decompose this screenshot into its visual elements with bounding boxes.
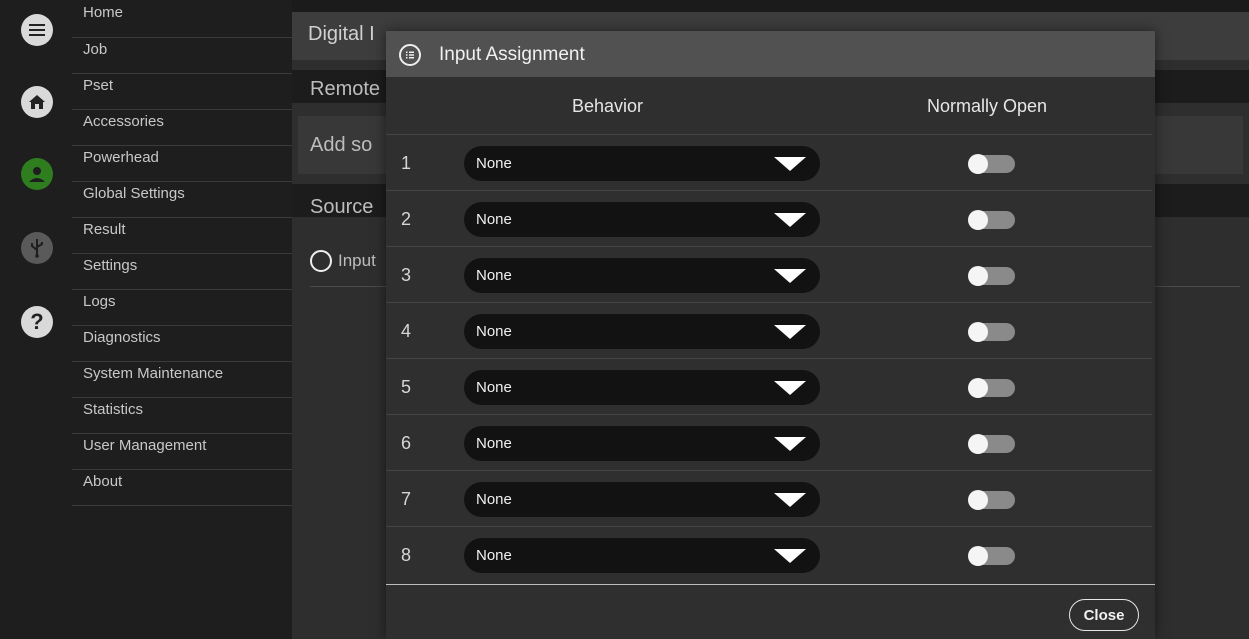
dialog-title: Input Assignment bbox=[439, 44, 585, 65]
behavior-value: None bbox=[476, 267, 512, 284]
input-row: 4 None bbox=[386, 302, 1152, 358]
sidebar-item-label: User Management bbox=[83, 437, 207, 454]
sidebar-item-label: Accessories bbox=[83, 113, 164, 130]
input-row: 1 None bbox=[386, 134, 1152, 190]
normally-open-toggle[interactable] bbox=[968, 210, 1015, 230]
sidebar-item-label: Settings bbox=[83, 257, 138, 274]
behavior-select[interactable]: None bbox=[464, 258, 820, 293]
chevron-down-icon bbox=[774, 549, 806, 563]
sidebar-item-label: Logs bbox=[83, 293, 116, 310]
input-number: 8 bbox=[401, 545, 412, 565]
behavior-value: None bbox=[476, 323, 512, 340]
menu-icon[interactable] bbox=[21, 14, 53, 46]
chevron-down-icon bbox=[774, 493, 806, 507]
sidebar-item-label: Pset bbox=[83, 77, 114, 94]
sidebar-menu: Home Job Pset Accessories Powerhead Global Se… bbox=[70, 0, 359, 639]
input-number: 6 bbox=[401, 433, 412, 453]
footer-divider bbox=[386, 584, 1155, 585]
input-row: 8 None bbox=[386, 526, 1152, 582]
chevron-down-icon bbox=[774, 269, 806, 283]
chevron-down-icon bbox=[774, 157, 806, 171]
list-icon bbox=[310, 250, 332, 272]
toggle-knob bbox=[968, 546, 988, 566]
behavior-value: None bbox=[476, 379, 512, 396]
column-header-behavior: Behavior bbox=[572, 96, 644, 116]
normally-open-toggle[interactable] bbox=[968, 322, 1015, 342]
behavior-value: None bbox=[476, 435, 512, 452]
sidebar-item-label: About bbox=[83, 473, 123, 490]
input-row: 6 None bbox=[386, 414, 1152, 470]
sidebar-item-label: System Maintenance bbox=[83, 365, 224, 382]
sidebar-item-label: Global Settings bbox=[83, 185, 185, 202]
behavior-value: None bbox=[476, 491, 512, 508]
help-icon[interactable]: ? bbox=[21, 306, 53, 338]
toggle-knob bbox=[968, 434, 988, 454]
input-link-label: Input bbox=[338, 251, 376, 270]
input-number: 5 bbox=[401, 377, 412, 397]
input-row: 7 None bbox=[386, 470, 1152, 526]
sidebar-item-label: Statistics bbox=[83, 401, 144, 418]
icon-rail: ? bbox=[0, 0, 70, 639]
behavior-value: None bbox=[476, 211, 512, 228]
behavior-select[interactable]: None bbox=[464, 146, 820, 181]
input-row: 5 None bbox=[386, 358, 1152, 414]
toggle-knob bbox=[968, 154, 988, 174]
behavior-select[interactable]: None bbox=[464, 314, 820, 349]
chevron-down-icon bbox=[774, 213, 806, 227]
input-number: 4 bbox=[401, 321, 412, 341]
sidebar-item-label: Job bbox=[83, 41, 108, 58]
normally-open-toggle[interactable] bbox=[968, 378, 1015, 398]
sidebar-item-label: Result bbox=[83, 221, 126, 238]
list-icon bbox=[399, 44, 421, 66]
behavior-select[interactable]: None bbox=[464, 370, 820, 405]
sidebar-item-label: Powerhead bbox=[83, 149, 159, 166]
chevron-down-icon bbox=[774, 437, 806, 451]
toggle-knob bbox=[968, 378, 988, 398]
chevron-down-icon bbox=[774, 325, 806, 339]
normally-open-toggle[interactable] bbox=[968, 546, 1015, 566]
normally-open-toggle[interactable] bbox=[968, 434, 1015, 454]
toggle-knob bbox=[968, 322, 988, 342]
input-number: 3 bbox=[401, 265, 412, 285]
dialog-header: Input Assignment bbox=[386, 31, 1155, 77]
input-row: 2 None bbox=[386, 190, 1152, 246]
input-number: 7 bbox=[401, 489, 412, 509]
normally-open-toggle[interactable] bbox=[968, 266, 1015, 286]
normally-open-toggle[interactable] bbox=[968, 154, 1015, 174]
sidebar-item-label: Diagnostics bbox=[83, 329, 161, 346]
chevron-down-icon bbox=[774, 381, 806, 395]
close-button[interactable]: Close bbox=[1069, 599, 1139, 631]
behavior-select[interactable]: None bbox=[464, 482, 820, 517]
behavior-value: None bbox=[476, 155, 512, 172]
normally-open-toggle[interactable] bbox=[968, 490, 1015, 510]
behavior-select[interactable]: None bbox=[464, 202, 820, 237]
toggle-knob bbox=[968, 210, 988, 230]
input-number: 1 bbox=[401, 153, 412, 173]
toggle-knob bbox=[968, 266, 988, 286]
sidebar-item-label: Home bbox=[83, 4, 124, 21]
behavior-select[interactable]: None bbox=[464, 538, 820, 573]
input-row: 3 None bbox=[386, 246, 1152, 302]
behavior-select[interactable]: None bbox=[464, 426, 820, 461]
usb-icon[interactable] bbox=[21, 232, 53, 264]
user-icon[interactable] bbox=[21, 158, 53, 190]
toggle-knob bbox=[968, 490, 988, 510]
column-header-normally-open: Normally Open bbox=[927, 96, 1048, 116]
behavior-value: None bbox=[476, 547, 512, 564]
input-assignment-link[interactable]: Input bbox=[310, 250, 376, 272]
input-assignment-dialog: Input Assignment Behavior Normally Open … bbox=[386, 31, 1155, 639]
home-icon[interactable] bbox=[21, 86, 53, 118]
input-number: 2 bbox=[401, 209, 412, 229]
